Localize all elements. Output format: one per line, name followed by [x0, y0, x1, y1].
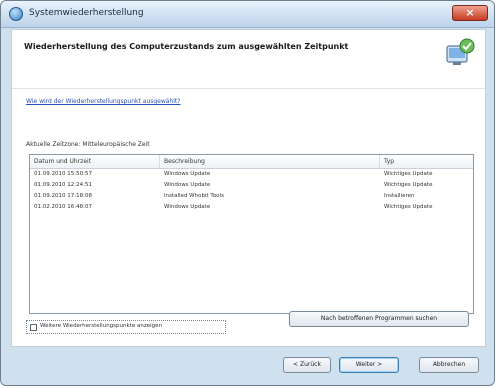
- show-more-label: Weitere Wiederherstellungspunkte anzeige…: [40, 323, 162, 329]
- cell-type: Wichtiges Update: [384, 171, 433, 177]
- system-restore-logo-icon: [446, 38, 475, 65]
- cell-date: 01.02.2010 16:48:07: [34, 204, 92, 210]
- page-title: Wiederherstellung des Computerzustands z…: [24, 42, 349, 51]
- title-bar[interactable]: Systemwiederherstellung ×: [1, 1, 494, 28]
- cell-type: Wichtiges Update: [384, 204, 433, 210]
- close-icon: ×: [465, 6, 475, 19]
- show-more-checkbox[interactable]: [30, 324, 37, 331]
- table-header: Datum und Uhrzeit Beschreibung Typ: [30, 155, 473, 169]
- close-button[interactable]: ×: [452, 5, 488, 21]
- window-title: Systemwiederherstellung: [29, 8, 144, 18]
- table-row[interactable]: 01.09.2010 12:24:51 Windows Update Wicht…: [30, 180, 473, 191]
- cell-date: 01.09.2010 12:24:51: [34, 182, 92, 188]
- scan-affected-programs-button[interactable]: Nach betroffenen Programmen suchen: [289, 311, 469, 327]
- system-restore-app-icon: [9, 7, 23, 21]
- cell-description: Windows Update: [164, 171, 211, 177]
- system-restore-window: Systemwiederherstellung × Wiederherstell…: [0, 0, 495, 386]
- table-row[interactable]: 01.09.2010 17:18:08 Installed Whobit Too…: [30, 191, 473, 202]
- table-row[interactable]: 01.09.2010 15:50:57 Windows Update Wicht…: [30, 169, 473, 180]
- cell-description: Installed Whobit Tools: [164, 193, 224, 199]
- cell-type: Wichtiges Update: [384, 182, 433, 188]
- cell-description: Windows Update: [164, 182, 211, 188]
- wizard-content: Wiederherstellung des Computerzustands z…: [11, 29, 486, 347]
- wizard-header: Wiederherstellung des Computerzustands z…: [12, 30, 485, 89]
- column-header-type[interactable]: Typ: [380, 155, 475, 168]
- next-button[interactable]: Weiter >: [339, 357, 399, 373]
- column-header-description[interactable]: Beschreibung: [160, 155, 380, 168]
- cell-type: Installieren: [384, 193, 415, 199]
- cancel-button[interactable]: Abbrechen: [419, 357, 479, 373]
- column-header-date[interactable]: Datum und Uhrzeit: [30, 155, 160, 168]
- how-to-choose-link[interactable]: Wie wird der Wiederherstellungspunkt aus…: [26, 98, 180, 105]
- cell-date: 01.09.2010 17:18:08: [34, 193, 92, 199]
- restore-points-table[interactable]: Datum und Uhrzeit Beschreibung Typ 01.09…: [29, 154, 474, 314]
- show-more-restore-points-option[interactable]: Weitere Wiederherstellungspunkte anzeige…: [26, 320, 226, 334]
- cell-description: Windows Update: [164, 204, 211, 210]
- timezone-label: Aktuelle Zeitzone: Mitteleuropäische Zei…: [26, 141, 150, 148]
- cell-date: 01.09.2010 15:50:57: [34, 171, 92, 177]
- table-row[interactable]: 01.02.2010 16:48:07 Windows Update Wicht…: [30, 202, 473, 213]
- back-button[interactable]: < Zurück: [283, 357, 331, 373]
